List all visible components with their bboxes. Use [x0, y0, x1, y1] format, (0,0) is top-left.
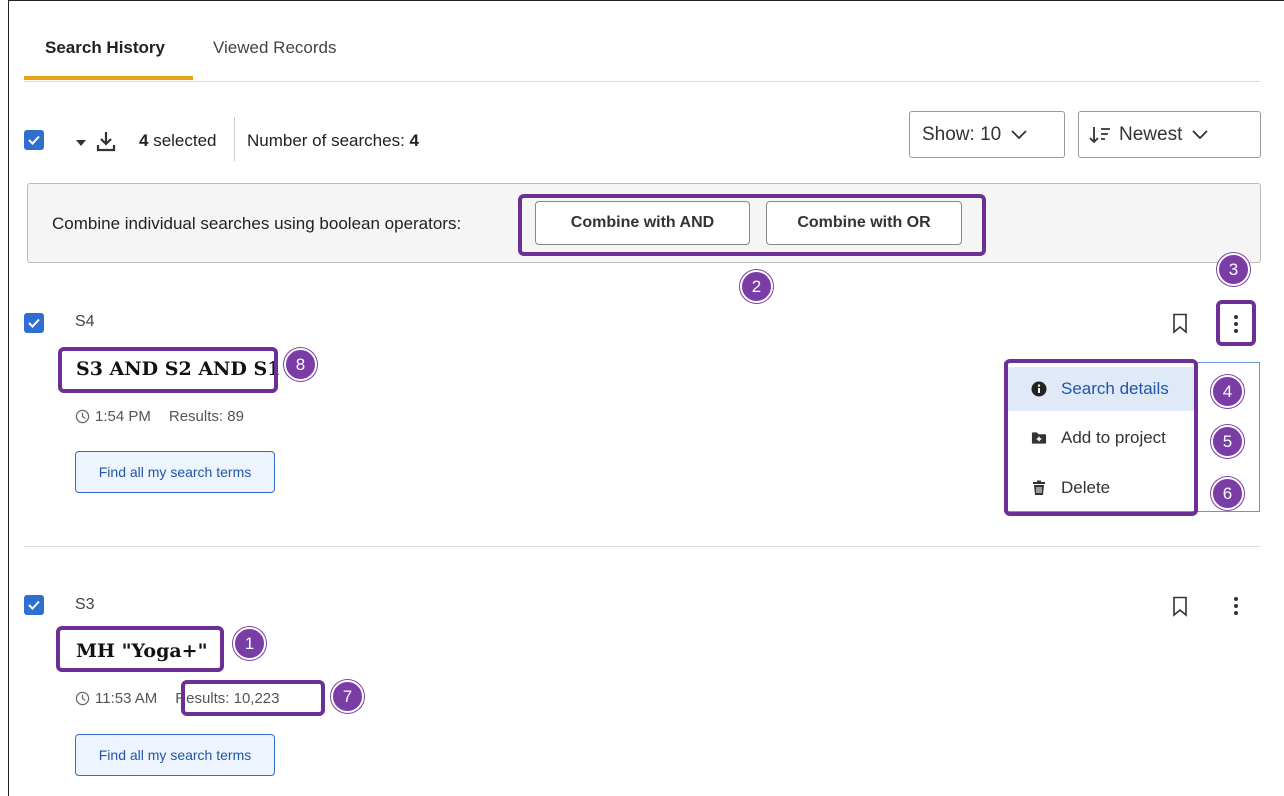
annotation-badge-4: 4 [1211, 375, 1244, 408]
chevron-down-icon [1011, 129, 1027, 139]
selected-count: 4 selected [139, 131, 217, 150]
sort-dropdown[interactable]: Newest [1078, 111, 1261, 158]
find-search-terms-button[interactable]: Find all my search terms [75, 734, 275, 776]
info-icon [1031, 381, 1047, 397]
record-divider [24, 546, 1260, 547]
record-results: Results: 10,223 [175, 690, 280, 707]
folder-plus-icon [1031, 432, 1047, 444]
menu-item-label: Search details [1061, 379, 1169, 398]
checkmark-icon [28, 600, 40, 610]
find-search-terms-button[interactable]: Find all my search terms [75, 451, 275, 493]
record-query[interactable]: S3 AND S2 AND S1 [76, 358, 280, 380]
record-checkbox-s3[interactable] [24, 595, 44, 615]
more-options-icon[interactable] [1233, 315, 1239, 336]
menu-item-delete[interactable]: Delete [1005, 466, 1195, 510]
annotation-badge-3: 3 [1217, 253, 1250, 286]
sort-icon [1089, 126, 1110, 143]
more-options-icon[interactable] [1233, 597, 1239, 618]
show-count-dropdown[interactable]: Show: 10 [909, 111, 1065, 158]
record-time: 1:54 PM [95, 408, 151, 425]
sort-label: Newest [1119, 123, 1183, 145]
record-meta: 11:53 AM Results: 10,223 [75, 690, 280, 707]
combine-label: Combine individual searches using boolea… [52, 214, 462, 233]
record-time: 11:53 AM [95, 690, 158, 707]
annotation-badge-2: 2 [740, 270, 773, 303]
checkmark-icon [28, 318, 40, 328]
annotation-badge-8: 8 [284, 348, 317, 381]
show-count-label: Show: 10 [922, 123, 1002, 145]
record-id: S4 [75, 313, 95, 330]
bookmark-icon[interactable] [1172, 313, 1188, 334]
tabs-divider [24, 81, 1260, 82]
tab-viewed-records[interactable]: Viewed Records [213, 38, 336, 58]
tab-search-history[interactable]: Search History [45, 38, 165, 58]
active-tab-indicator [24, 76, 193, 80]
clock-icon [75, 409, 90, 424]
annotation-badge-7: 7 [331, 680, 364, 713]
annotation-badge-1: 1 [233, 627, 266, 660]
number-of-searches: Number of searches: 4 [247, 131, 419, 150]
record-query[interactable]: MH "Yoga+" [76, 640, 208, 662]
trash-icon [1033, 480, 1045, 495]
toolbar-divider [234, 117, 235, 161]
chevron-down-icon [1192, 129, 1208, 139]
menu-item-add-to-project[interactable]: Add to project [1005, 416, 1195, 460]
menu-item-label: Delete [1061, 478, 1111, 497]
menu-item-search-details[interactable]: Search details [1005, 367, 1195, 411]
record-meta: 1:54 PM Results: 89 [75, 408, 244, 425]
download-icon[interactable] [95, 129, 117, 153]
annotation-badge-6: 6 [1211, 477, 1244, 510]
select-all-checkbox[interactable] [24, 130, 44, 150]
record-results: Results: 89 [168, 408, 244, 425]
menu-item-label: Add to project [1061, 428, 1166, 447]
clock-icon [75, 691, 90, 706]
record-checkbox-s4[interactable] [24, 313, 44, 333]
combine-or-button[interactable]: Combine with OR [766, 201, 962, 245]
select-menu-caret-icon[interactable] [76, 140, 86, 146]
record-id: S3 [75, 596, 95, 613]
bookmark-icon[interactable] [1172, 596, 1188, 617]
checkmark-icon [28, 135, 40, 145]
combine-and-button[interactable]: Combine with AND [535, 201, 750, 245]
annotation-badge-5: 5 [1211, 425, 1244, 458]
